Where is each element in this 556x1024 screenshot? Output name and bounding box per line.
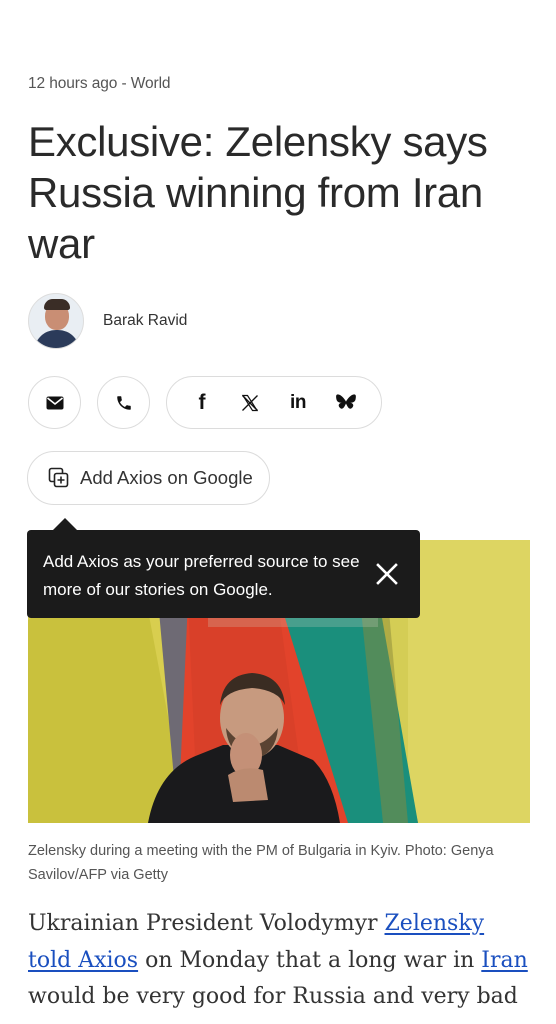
iran-link[interactable]: Iran (481, 948, 528, 973)
author-byline[interactable]: Barak Ravid (28, 293, 187, 349)
add-axios-on-google-button[interactable]: Add Axios on Google (27, 451, 270, 505)
author-name[interactable]: Barak Ravid (103, 312, 187, 330)
phone-share-button[interactable] (97, 376, 150, 429)
lead-paragraph: Ukrainian President Volodymyr Zelensky t… (28, 906, 533, 1016)
close-icon[interactable] (374, 561, 400, 587)
linkedin-icon[interactable]: in (276, 381, 320, 425)
phone-icon (116, 395, 131, 410)
email-icon (46, 396, 63, 409)
x-icon[interactable] (228, 381, 272, 425)
article-meta: 12 hours ago - World (28, 75, 171, 92)
email-share-button[interactable] (28, 376, 81, 429)
lead-text: would be very good for Russia and very b… (28, 984, 518, 1009)
author-avatar[interactable] (28, 293, 84, 349)
share-bar: f in (28, 376, 382, 429)
lead-text: on Monday that a long war in (138, 947, 482, 973)
lead-text: Ukrainian President Volodymyr (28, 911, 385, 936)
headline: Exclusive: Zelensky says Russia winning … (28, 118, 488, 267)
bluesky-icon[interactable] (324, 381, 368, 425)
tooltip-text: Add Axios as your preferred source to se… (43, 552, 360, 599)
preferred-source-tooltip: Add Axios as your preferred source to se… (27, 518, 420, 618)
google-button-label: Add Axios on Google (80, 467, 253, 488)
photo-caption: Zelensky during a meeting with the PM of… (28, 843, 494, 883)
social-share-group: f in (166, 376, 382, 429)
facebook-icon[interactable]: f (180, 381, 224, 425)
add-source-icon (48, 467, 69, 488)
